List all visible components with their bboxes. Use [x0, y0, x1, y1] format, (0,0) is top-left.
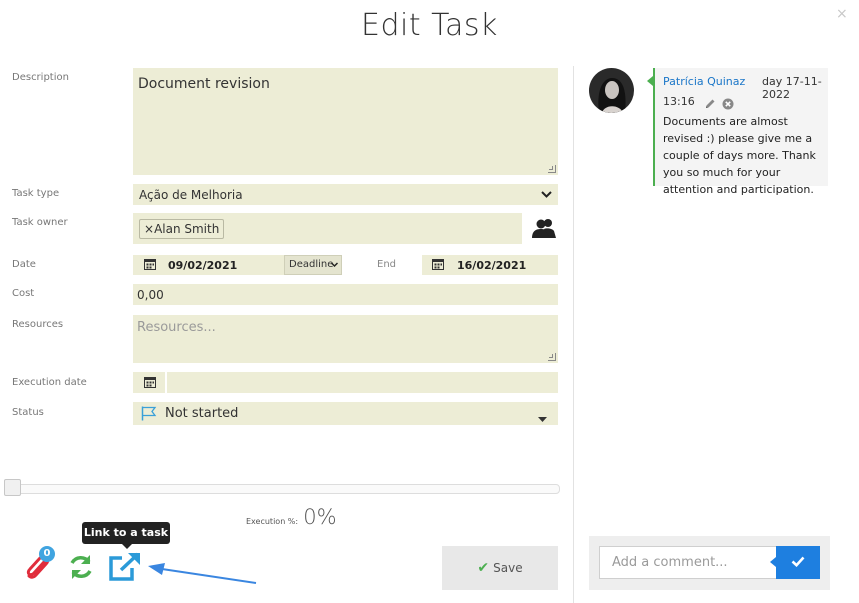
resources-field[interactable]: Resources... [133, 315, 558, 363]
delete-icon[interactable] [722, 95, 734, 114]
resources-placeholder: Resources... [137, 320, 216, 335]
resize-handle[interactable] [548, 165, 556, 173]
panel-divider [573, 66, 574, 603]
end-label: End [377, 259, 397, 270]
close-icon[interactable]: × [836, 6, 848, 22]
execution-percent-value: 0% [303, 505, 337, 529]
date-mode-select[interactable]: Deadline [284, 255, 342, 275]
end-date-value: 16/02/2021 [457, 259, 527, 272]
task-owner-field[interactable]: ×Alan Smith [133, 213, 522, 244]
cost-label: Cost [12, 288, 35, 299]
task-type-select[interactable]: Ação de Melhoria [133, 184, 558, 205]
chevron-down-icon [541, 187, 552, 205]
description-value: Document revision [138, 76, 270, 92]
task-type-label: Task type [12, 188, 60, 199]
execution-slider-track[interactable] [4, 484, 560, 494]
task-owner-label: Task owner [12, 217, 68, 228]
description-field[interactable]: Document revision [133, 68, 558, 175]
start-date-field[interactable]: 09/02/2021 [133, 255, 284, 275]
comment-text: Documents are almost revised :) please g… [663, 115, 816, 196]
description-label: Description [12, 72, 69, 83]
pencil-icon[interactable] [704, 95, 716, 114]
send-comment-button[interactable] [770, 546, 820, 579]
refresh-icon[interactable] [67, 553, 95, 585]
execution-slider-handle[interactable] [4, 479, 21, 496]
comment-input[interactable] [599, 546, 777, 579]
external-link-icon[interactable] [108, 552, 144, 586]
cost-field[interactable]: 0,00 [133, 284, 558, 305]
check-icon: ✔ [477, 560, 490, 576]
execution-percent-label: Execution %: [246, 517, 299, 526]
execution-date-calendar-button[interactable] [133, 372, 165, 393]
arrow-pointer-icon [146, 561, 258, 591]
save-button[interactable]: ✔ Save [442, 546, 558, 590]
end-date-field[interactable]: 16/02/2021 [422, 255, 558, 275]
date-mode-value: Deadline [289, 259, 334, 270]
date-label: Date [12, 259, 36, 270]
resize-handle[interactable] [548, 353, 556, 361]
calendar-icon[interactable] [432, 258, 444, 274]
status-select[interactable]: Not started [133, 402, 558, 425]
avatar [589, 68, 634, 113]
comment-time: 13:16 [663, 95, 695, 108]
page-title: Edit Task [361, 8, 498, 43]
calendar-icon[interactable] [144, 258, 156, 274]
attachments-badge: 0 [39, 546, 55, 562]
resources-label: Resources [12, 319, 64, 330]
chevron-down-icon [330, 260, 339, 272]
execution-date-label: Execution date [12, 377, 87, 388]
comment-author[interactable]: Patrícia Quinaz [663, 75, 745, 88]
comment-date: day 17-11-2022 [762, 75, 822, 101]
task-type-value: Ação de Melhoria [139, 188, 243, 202]
owner-chip[interactable]: ×Alan Smith [139, 219, 225, 239]
owner-chip-label: Alan Smith [154, 222, 220, 236]
status-value: Not started [165, 406, 239, 421]
tooltip: Link to a task [82, 522, 170, 549]
caret-down-icon [538, 411, 547, 426]
flag-icon [141, 406, 157, 425]
execution-date-field[interactable] [167, 372, 558, 393]
chip-remove-icon[interactable]: × [144, 222, 154, 236]
cost-value: 0,00 [137, 288, 164, 302]
comment-card: Patrícia Quinaz day 17-11-2022 13:16 Doc… [647, 68, 828, 196]
check-icon [791, 555, 805, 570]
owner-picker-icon[interactable] [532, 218, 556, 244]
start-date-value: 09/02/2021 [168, 259, 238, 272]
status-label: Status [12, 407, 44, 418]
calendar-icon[interactable] [144, 376, 156, 392]
save-button-label: Save [493, 561, 523, 575]
execution-percent: Execution %: 0% [246, 505, 337, 529]
